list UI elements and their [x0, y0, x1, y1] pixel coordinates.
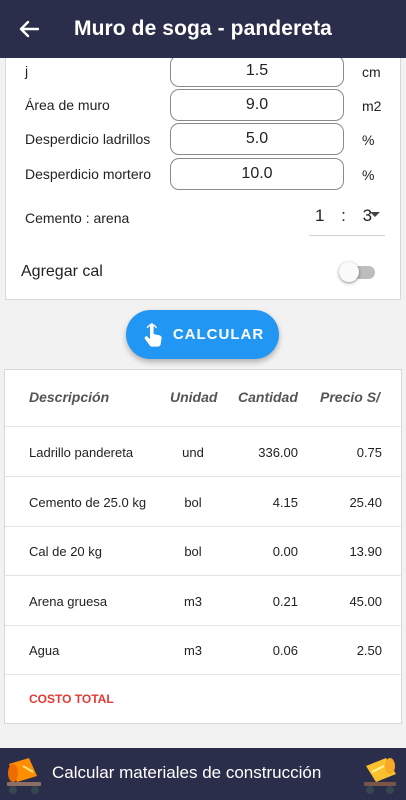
- row-unit: bol: [184, 495, 202, 510]
- joint-unit: cm: [362, 64, 381, 80]
- row-quantity: 4.15: [272, 495, 298, 510]
- joint-label: j: [25, 63, 29, 79]
- back-button[interactable]: [0, 0, 58, 58]
- input-card: j 1.5 cm Área de muro 9.0 m2 Desperdicio…: [5, 55, 401, 300]
- ratio-dropdown[interactable]: 1 : 3: [309, 198, 385, 236]
- row-price: 45.00: [349, 594, 382, 609]
- header-description: Descripción: [29, 389, 110, 405]
- row-unit: m3: [183, 643, 203, 658]
- brick-waste-input[interactable]: 5.0: [170, 123, 344, 155]
- header-unit: Unidad: [170, 389, 218, 405]
- row-price: 2.50: [356, 643, 382, 658]
- row-unit: m3: [183, 594, 203, 609]
- total-cost-label: COSTO TOTAL: [29, 692, 114, 706]
- banner-text: Calcular materiales de construcción: [52, 763, 322, 782]
- row-price: 25.40: [349, 495, 382, 510]
- calculate-label: CALCULAR: [172, 326, 265, 343]
- row-description: Arena gruesa: [29, 594, 108, 609]
- ratio-label: Cemento : arena: [25, 210, 130, 226]
- row-unit: und: [182, 445, 204, 460]
- wall-area-unit: m2: [362, 98, 382, 114]
- mortar-waste-row: Desperdicio mortero 10.0 %: [6, 158, 400, 190]
- wall-area-label: Área de muro: [25, 97, 110, 113]
- brick-waste-unit: %: [362, 132, 375, 148]
- row-price: 0.75: [356, 445, 382, 460]
- mortar-waste-unit: %: [362, 167, 375, 183]
- arrow-back-icon: [19, 20, 39, 38]
- cement-mixer-icon: [7, 758, 41, 794]
- row-price: 13.90: [349, 544, 382, 559]
- brick-waste-label: Desperdicio ladrillos: [25, 131, 151, 147]
- toggle-thumb: [339, 262, 359, 282]
- app-bar: Muro de soga - pandereta: [0, 0, 406, 58]
- add-lime-label: Agregar cal: [21, 263, 103, 280]
- row-description: Agua: [29, 643, 60, 658]
- joint-input[interactable]: 1.5: [170, 55, 344, 87]
- mortar-waste-label: Desperdicio mortero: [25, 166, 152, 182]
- row-description: Cemento de 25.0 kg: [29, 495, 147, 510]
- joint-row: j 1.5 cm: [6, 55, 400, 87]
- promo-banner[interactable]: Calcular materiales de construcción: [0, 748, 406, 800]
- table-row: Cal de 20 kg bol 0.00 13.90: [5, 526, 401, 576]
- add-lime-toggle[interactable]: [339, 261, 375, 282]
- header-quantity: Cantidad: [238, 389, 298, 405]
- row-description: Cal de 20 kg: [29, 544, 102, 559]
- page-title: Muro de soga - pandereta: [74, 17, 332, 40]
- row-quantity: 336.00: [258, 445, 298, 460]
- row-unit: bol: [184, 544, 202, 559]
- wall-area-input[interactable]: 9.0: [170, 89, 344, 121]
- row-quantity: 0.06: [272, 643, 298, 658]
- table-row: Ladrillo pandereta und 336.00 0.75: [5, 427, 401, 477]
- row-description: Ladrillo pandereta: [29, 445, 134, 460]
- brick-waste-row: Desperdicio ladrillos 5.0 %: [6, 123, 400, 155]
- wall-area-row: Área de muro 9.0 m2: [6, 89, 400, 121]
- table-row: Arena gruesa m3 0.21 45.00: [5, 576, 401, 626]
- calculate-button[interactable]: CALCULAR: [126, 310, 279, 359]
- table-header: Descripción Unidad Cantidad Precio S/: [5, 370, 401, 427]
- row-quantity: 0.21: [272, 594, 298, 609]
- mortar-waste-input[interactable]: 10.0: [170, 158, 344, 190]
- header-price: Precio S/: [320, 389, 380, 405]
- touch-hand-icon: [144, 322, 162, 347]
- cement-mixer-icon: [364, 758, 396, 794]
- results-table: Descripción Unidad Cantidad Precio S/ La…: [4, 369, 402, 724]
- table-row: Cemento de 25.0 kg bol 4.15 25.40: [5, 477, 401, 527]
- row-quantity: 0.00: [272, 544, 298, 559]
- table-row: Agua m3 0.06 2.50: [5, 625, 401, 675]
- dropdown-arrow-icon: [370, 212, 380, 217]
